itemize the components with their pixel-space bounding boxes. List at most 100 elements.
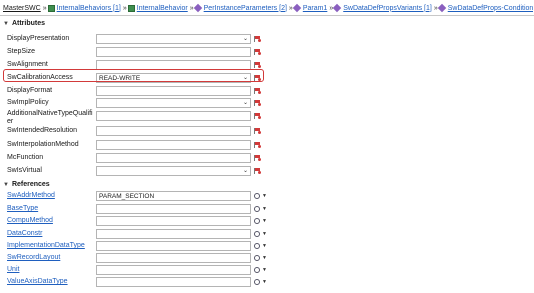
reference-input[interactable] (96, 265, 251, 275)
reference-link[interactable]: DataConstr (7, 230, 95, 238)
diamond-icon (292, 3, 302, 13)
references-section-header[interactable]: ▼ References (3, 181, 50, 188)
chevron-down-icon: ▼ (262, 218, 267, 224)
breadcrumb-label: SwDataDefPropsVariants [1] (343, 4, 432, 12)
reference-link[interactable]: BaseType (7, 205, 95, 213)
reference-options-button[interactable]: ▼ (254, 278, 269, 286)
behavior-icon (127, 4, 135, 12)
reference-link[interactable]: ValueAxisDataType (7, 278, 95, 286)
reference-link[interactable]: SwAddrMethod (7, 192, 95, 200)
field-value: PARAM_SECTION (99, 192, 155, 200)
attribute-label: SwInterpolationMethod (7, 141, 79, 148)
chevron-down-icon[interactable]: ⌄ (243, 35, 248, 44)
flag-icon[interactable] (254, 100, 261, 106)
breadcrumb-item[interactable]: MasterSWC (3, 5, 41, 12)
flag-icon[interactable] (254, 128, 261, 134)
diamond-icon (332, 3, 342, 13)
breadcrumb-separator: » (288, 4, 293, 12)
diamond-icon (437, 3, 446, 13)
breadcrumb-item[interactable]: SwDataDefPropsVariants [1] (332, 3, 432, 13)
flag-icon[interactable] (254, 36, 261, 42)
header-divider (0, 15, 534, 16)
chevron-down-icon: ▼ (262, 193, 267, 199)
chevron-down-icon: ▼ (262, 267, 267, 273)
reference-options-button[interactable]: ▼ (254, 254, 269, 262)
chevron-down-icon[interactable]: ⌄ (243, 99, 248, 108)
reference-input[interactable] (96, 204, 251, 214)
chevron-down-icon: ▼ (262, 255, 267, 261)
gear-icon (254, 243, 260, 249)
gear-icon (254, 218, 260, 224)
flag-icon[interactable] (254, 155, 261, 161)
attribute-input[interactable] (96, 153, 251, 163)
breadcrumb-separator: » (189, 4, 194, 12)
attribute-label: AdditionalNativeTypeQualifier (7, 110, 93, 125)
attribute-label: DisplayFormat (7, 87, 53, 94)
attribute-dropdown[interactable]: ⌄ (96, 98, 251, 108)
reference-input[interactable]: PARAM_SECTION (96, 191, 251, 201)
gear-icon (254, 231, 260, 237)
flag-icon[interactable] (254, 142, 261, 148)
breadcrumb-item[interactable]: PerInstanceParameters [2] (193, 3, 287, 13)
attribute-dropdown[interactable]: ⌄ (96, 166, 251, 176)
reference-options-button[interactable]: ▼ (254, 230, 269, 238)
chevron-down-icon[interactable]: ⌄ (243, 167, 248, 176)
reference-input[interactable] (96, 277, 251, 287)
reference-input[interactable] (96, 229, 251, 239)
reference-input[interactable] (96, 216, 251, 226)
attributes-title: Attributes (11, 20, 46, 27)
reference-options-button[interactable]: ▼ (254, 192, 269, 200)
chevron-down-icon: ▼ (3, 20, 9, 27)
attribute-label: StepSize (7, 48, 36, 55)
gear-icon (254, 267, 260, 273)
breadcrumb: MasterSWC» InternalBehaviors [1]» Internal… (3, 2, 533, 14)
diamond-icon (193, 3, 202, 13)
chevron-down-icon: ▼ (262, 206, 267, 212)
flag-icon[interactable] (254, 49, 261, 55)
breadcrumb-item[interactable]: InternalBehaviors [1] (47, 4, 121, 12)
breadcrumb-separator: » (122, 4, 127, 12)
breadcrumb-separator: » (433, 4, 438, 12)
reference-options-button[interactable]: ▼ (254, 266, 269, 274)
breadcrumb-label: PerInstanceParameters [2] (203, 4, 287, 12)
attribute-input[interactable] (96, 86, 251, 96)
chevron-down-icon: ▼ (262, 231, 267, 237)
reference-link[interactable]: ImplementationDataType (7, 242, 95, 250)
references-title: References (11, 181, 50, 188)
gear-icon (254, 255, 260, 261)
breadcrumb-item[interactable]: SwDataDefProps-Conditional (437, 3, 533, 13)
attribute-label: SwImplPolicy (7, 99, 49, 106)
breadcrumb-label: InternalBehavior (136, 4, 188, 12)
breadcrumb-item[interactable]: Param1 (292, 3, 328, 13)
attribute-input[interactable] (96, 111, 251, 121)
flag-icon[interactable] (254, 168, 261, 174)
reference-input[interactable] (96, 241, 251, 251)
reference-link[interactable]: SwRecordLayout (7, 254, 95, 262)
selection-highlight (3, 69, 264, 82)
breadcrumb-label: Param1 (302, 4, 328, 12)
breadcrumb-separator: » (42, 4, 47, 12)
breadcrumb-label: InternalBehaviors [1] (56, 4, 121, 12)
attribute-label: SwIntendedResolution (7, 127, 78, 134)
chevron-down-icon: ▼ (262, 279, 267, 285)
breadcrumb-item[interactable]: InternalBehavior (127, 4, 188, 12)
flag-icon[interactable] (254, 113, 261, 119)
attribute-dropdown[interactable]: ⌄ (96, 34, 251, 44)
attribute-label: SwIsVirtual (7, 167, 42, 174)
reference-link[interactable]: Unit (7, 266, 95, 274)
reference-options-button[interactable]: ▼ (254, 205, 269, 213)
attribute-label: DisplayPresentation (7, 35, 70, 42)
flag-icon[interactable] (254, 88, 261, 94)
reference-options-button[interactable]: ▼ (254, 242, 269, 250)
attributes-section-header[interactable]: ▼ Attributes (3, 20, 45, 27)
component-icon (47, 4, 55, 12)
attribute-input[interactable] (96, 47, 251, 57)
reference-options-button[interactable]: ▼ (254, 217, 269, 225)
gear-icon (254, 206, 260, 212)
reference-input[interactable] (96, 253, 251, 263)
gear-icon (254, 193, 260, 199)
attribute-input[interactable] (96, 140, 251, 150)
reference-link[interactable]: CompuMethod (7, 217, 95, 225)
flag-icon[interactable] (254, 62, 261, 68)
attribute-input[interactable] (96, 126, 251, 136)
